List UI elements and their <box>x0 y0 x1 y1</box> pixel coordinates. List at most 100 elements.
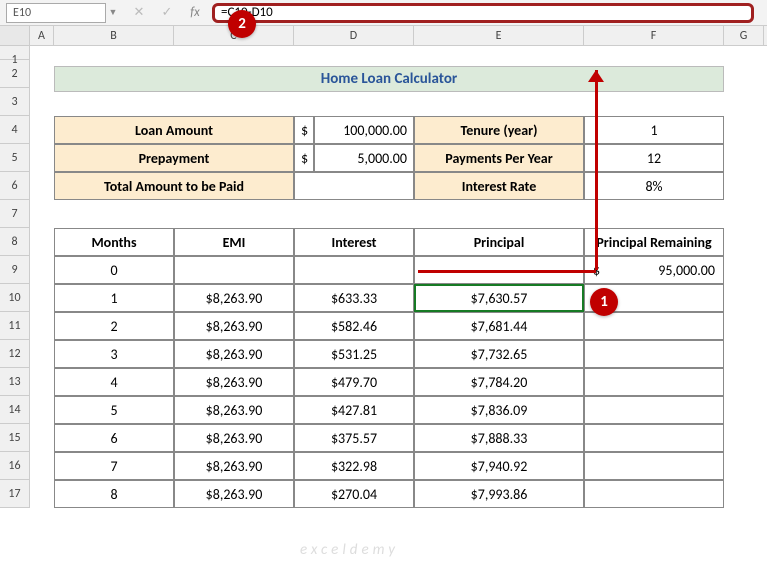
cell-principal[interactable]: $7,888.33 <box>414 424 584 452</box>
cell-principal[interactable]: $7,784.20 <box>414 368 584 396</box>
loan-amount-value[interactable]: 100,000.00 <box>314 116 414 144</box>
cell-interest[interactable]: $479.70 <box>294 368 414 396</box>
cell-months[interactable]: 1 <box>54 284 174 312</box>
row-header[interactable]: 3 <box>0 88 30 116</box>
row-header[interactable]: 4 <box>0 116 30 144</box>
cell-interest[interactable]: $375.57 <box>294 424 414 452</box>
total-value[interactable] <box>294 172 414 200</box>
cell-remaining[interactable]: $95,000.00 <box>584 256 724 284</box>
cell-interest[interactable]: $531.25 <box>294 340 414 368</box>
cell-emi[interactable]: $8,263.90 <box>174 368 294 396</box>
row-header[interactable]: 1 <box>0 46 30 60</box>
cell-principal[interactable]: $7,681.44 <box>414 312 584 340</box>
col-header-e[interactable]: E <box>414 26 584 45</box>
cell-emi[interactable]: $8,263.90 <box>174 396 294 424</box>
cell-remaining[interactable] <box>584 340 724 368</box>
col-principal: Principal <box>414 228 584 256</box>
col-header-d[interactable]: D <box>294 26 414 45</box>
rate-label: Interest Rate <box>414 172 584 200</box>
title-banner: Home Loan Calculator <box>54 66 724 92</box>
col-header-f[interactable]: F <box>584 26 724 45</box>
col-header-a[interactable]: A <box>30 26 54 45</box>
cell-emi[interactable] <box>174 256 294 284</box>
amortization-table: Months EMI Interest Principal Principal … <box>54 228 724 508</box>
cell-months[interactable]: 0 <box>54 256 174 284</box>
row-header[interactable]: 5 <box>0 144 30 172</box>
annotation-arrow-icon <box>418 270 596 273</box>
annotation-arrowhead-icon <box>588 70 604 82</box>
cell-emi[interactable]: $8,263.90 <box>174 312 294 340</box>
cell-interest[interactable]: $322.98 <box>294 452 414 480</box>
cell-interest[interactable] <box>294 256 414 284</box>
loan-amount-currency[interactable]: $ <box>294 116 314 144</box>
cell-principal[interactable]: $7,993.86 <box>414 480 584 508</box>
select-all-corner[interactable] <box>0 26 30 45</box>
cell-remaining[interactable] <box>584 396 724 424</box>
rate-value[interactable]: 8% <box>584 172 724 200</box>
prepayment-currency[interactable]: $ <box>294 144 314 172</box>
col-header-b[interactable]: B <box>54 26 174 45</box>
watermark: exceldemy <box>300 541 399 559</box>
row-header[interactable]: 9 <box>0 256 30 284</box>
cell-emi[interactable]: $8,263.90 <box>174 424 294 452</box>
name-box[interactable]: E10 <box>6 3 106 23</box>
cell-principal[interactable]: $7,732.65 <box>414 340 584 368</box>
formula-input[interactable]: =C10-D10 <box>212 3 754 23</box>
tenure-value[interactable]: 1 <box>584 116 724 144</box>
cell-months[interactable]: 2 <box>54 312 174 340</box>
cell-principal[interactable]: $7,836.09 <box>414 396 584 424</box>
cell-grid[interactable]: Home Loan Calculator Loan Amount $ 100,0… <box>30 46 767 508</box>
cell-emi[interactable]: $8,263.90 <box>174 480 294 508</box>
cell-remaining[interactable] <box>584 312 724 340</box>
fx-icon[interactable]: fx <box>188 6 202 20</box>
row-header[interactable]: 2 <box>0 60 30 88</box>
cell-interest[interactable]: $270.04 <box>294 480 414 508</box>
selected-cell-e10[interactable]: $7,630.57 <box>414 284 584 312</box>
cell-emi[interactable]: $8,263.90 <box>174 452 294 480</box>
check-icon[interactable]: ✓ <box>160 6 174 20</box>
info-table: Loan Amount $ 100,000.00 Tenure (year) 1… <box>54 116 724 200</box>
cell-remaining[interactable] <box>584 368 724 396</box>
col-interest: Interest <box>294 228 414 256</box>
row-header[interactable]: 6 <box>0 172 30 200</box>
cell-remaining[interactable] <box>584 480 724 508</box>
cell-interest[interactable]: $582.46 <box>294 312 414 340</box>
name-box-text: E10 <box>13 6 31 20</box>
cell-principal[interactable]: $7,940.92 <box>414 452 584 480</box>
row-header[interactable]: 7 <box>0 200 30 228</box>
col-header-g[interactable]: G <box>724 26 764 45</box>
cell-months[interactable]: 3 <box>54 340 174 368</box>
cell-interest[interactable]: $633.33 <box>294 284 414 312</box>
prepayment-label: Prepayment <box>54 144 294 172</box>
cell-months[interactable]: 5 <box>54 396 174 424</box>
col-months: Months <box>54 228 174 256</box>
annotation-arrow-icon <box>595 70 598 270</box>
row-header[interactable]: 11 <box>0 312 30 340</box>
row-header[interactable]: 15 <box>0 424 30 452</box>
col-remaining: Principal Remaining <box>584 228 724 256</box>
cell-months[interactable]: 7 <box>54 452 174 480</box>
ppy-label: Payments Per Year <box>414 144 584 172</box>
row-header[interactable]: 12 <box>0 340 30 368</box>
cell-remaining[interactable] <box>584 424 724 452</box>
prepayment-value[interactable]: 5,000.00 <box>314 144 414 172</box>
total-label: Total Amount to be Paid <box>54 172 294 200</box>
row-header[interactable]: 17 <box>0 480 30 508</box>
cell-remaining[interactable] <box>584 452 724 480</box>
annotation-2: 2 <box>228 10 256 38</box>
ppy-value[interactable]: 12 <box>584 144 724 172</box>
row-header[interactable]: 16 <box>0 452 30 480</box>
cancel-icon[interactable]: ✕ <box>132 6 146 20</box>
cell-interest[interactable]: $427.81 <box>294 396 414 424</box>
cell-emi[interactable]: $8,263.90 <box>174 340 294 368</box>
row-header[interactable]: 13 <box>0 368 30 396</box>
row-header[interactable]: 10 <box>0 284 30 312</box>
row-header[interactable]: 14 <box>0 396 30 424</box>
cell-emi[interactable]: $8,263.90 <box>174 284 294 312</box>
annotation-1: 1 <box>590 288 618 316</box>
cell-months[interactable]: 4 <box>54 368 174 396</box>
name-box-dropdown-icon[interactable]: ▼ <box>106 3 120 23</box>
row-header[interactable]: 8 <box>0 228 30 256</box>
cell-months[interactable]: 8 <box>54 480 174 508</box>
cell-months[interactable]: 6 <box>54 424 174 452</box>
